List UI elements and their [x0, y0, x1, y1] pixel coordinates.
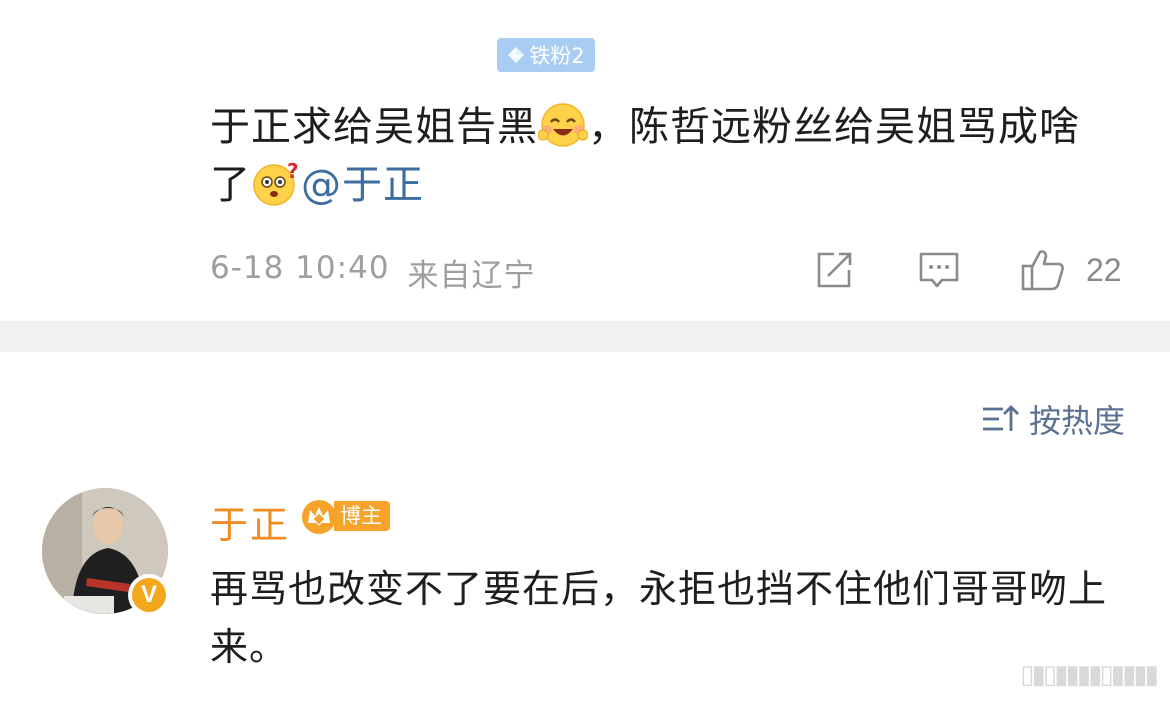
fan-level-badge: 铁粉2: [497, 38, 595, 72]
comment-text: 于正求给吴姐告黑 ，陈哲远粉丝给吴姐骂成啥了 ? @于正: [210, 98, 1110, 214]
verified-badge: V: [128, 574, 170, 616]
verified-v-icon: V: [132, 578, 166, 612]
section-divider: [0, 321, 1170, 352]
diamond-icon: [508, 47, 525, 63]
share-icon: [817, 252, 852, 288]
crown-icon: [302, 500, 336, 534]
comment-meta: 6-18 10:40 来自辽宁: [210, 250, 536, 295]
watermark: ▯▮▯▮▮▮▮▯▮▮▮▮: [1020, 659, 1159, 689]
like-button[interactable]: 22: [1020, 248, 1122, 292]
reply-text: 再骂也改变不了要在后，永拒也挡不住他们哥哥吻上来。: [210, 567, 1108, 669]
share-button[interactable]: [814, 248, 854, 292]
sort-icon: [982, 405, 1019, 431]
sort-toggle[interactable]: 按热度: [981, 396, 1125, 442]
sort-label: 按热度: [1028, 402, 1125, 440]
reply-author-name[interactable]: 于正: [210, 494, 290, 549]
comment-text-part1: 于正求给吴姐告黑: [210, 104, 538, 150]
confused-emoji-icon: ?: [253, 160, 300, 206]
comment-icon: [919, 252, 959, 288]
comment-location: 来自辽宁: [407, 258, 536, 294]
comment-button[interactable]: [918, 248, 960, 292]
fan-badge-label: 铁粉2: [529, 44, 585, 68]
like-icon: [1021, 250, 1064, 291]
svg-text:?: ?: [287, 160, 300, 183]
host-badge: 博主: [300, 497, 390, 535]
comment-date: 6-18 10:40: [210, 250, 390, 286]
like-count: 22: [1086, 251, 1122, 288]
laughing-emoji-icon: [538, 103, 588, 147]
mention-link[interactable]: @于正: [301, 162, 424, 208]
host-badge-label: 博主: [334, 501, 390, 531]
